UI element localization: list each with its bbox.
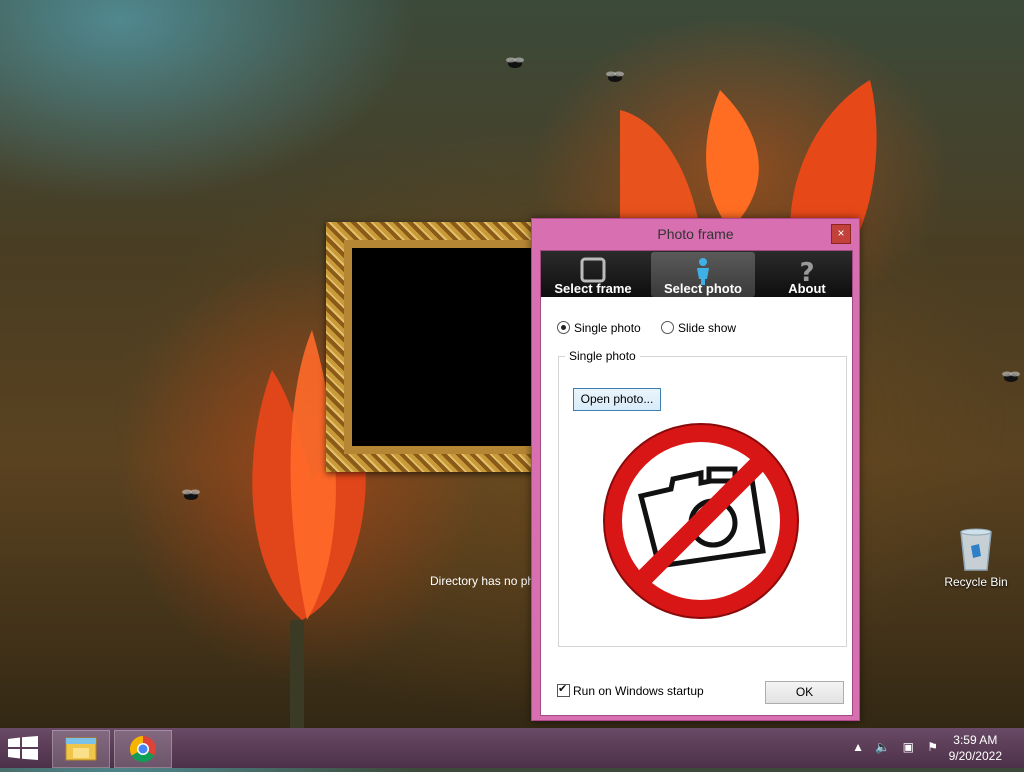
open-photo-button[interactable]: Open photo... [573, 388, 661, 411]
file-explorer-icon [65, 737, 97, 761]
single-photo-radio[interactable]: Single photo [557, 321, 641, 335]
radio-label: Single photo [574, 321, 641, 335]
dialog-client-area: Select frame Select photo ? About Single… [540, 250, 853, 716]
right-tulip-decoration [620, 80, 877, 230]
fly-icon [606, 71, 624, 82]
tab-label: About [788, 281, 826, 296]
clock-time: 3:59 AM [953, 733, 998, 747]
network-icon[interactable]: ▣ [903, 740, 914, 754]
clock-date: 9/20/2022 [948, 749, 1002, 763]
volume-muted-icon[interactable]: 🔈 [875, 740, 890, 754]
chrome-taskbar-button[interactable] [114, 730, 172, 768]
square-frame-icon [580, 257, 606, 283]
frame-photo-area [344, 240, 546, 454]
windows-start-icon[interactable] [8, 736, 38, 760]
dialog-title: Photo frame [657, 226, 734, 242]
group-title: Single photo [565, 349, 640, 363]
taskbar-clock[interactable]: 3:59 AM 9/20/2022 [949, 732, 1002, 764]
fly-icon [506, 57, 524, 68]
run-on-startup-checkbox[interactable]: Run on Windows startup [557, 682, 704, 698]
tab-select-photo[interactable]: Select photo [651, 252, 755, 297]
radio-indicator [557, 321, 570, 334]
tab-select-frame[interactable]: Select frame [541, 252, 645, 297]
checkbox-label: Run on Windows startup [573, 684, 704, 698]
fly-icon [182, 489, 200, 500]
file-explorer-taskbar-button[interactable] [52, 730, 110, 768]
chrome-icon [129, 735, 156, 763]
photo-frame-dialog: Photo frame × Select frame Select photo … [531, 218, 860, 721]
recycle-bin-desktop-icon[interactable]: Recycle Bin [940, 526, 1012, 589]
show-hidden-icons-chevron-icon[interactable]: ▲ [852, 740, 864, 754]
recycle-bin-icon [960, 528, 992, 571]
tulip-stem-decoration [290, 620, 304, 730]
desktop-photo-frame[interactable]: Directory has no photo [326, 222, 551, 588]
dialog-toolbar: Select frame Select photo ? About [541, 251, 852, 297]
recycle-bin-label: Recycle Bin [944, 575, 1008, 589]
checkbox-indicator [557, 682, 570, 697]
no-photo-icon [603, 423, 799, 619]
tab-label: Select photo [663, 281, 742, 296]
tab-label: Select frame [554, 281, 632, 296]
tab-about[interactable]: ? About [755, 252, 859, 297]
taskbar: ▲ 🔈 ▣ ⚑ 3:59 AM 9/20/2022 [0, 728, 1024, 768]
radio-indicator [661, 321, 674, 334]
close-button[interactable]: × [831, 224, 851, 244]
ok-button[interactable]: OK [765, 681, 844, 704]
action-center-flag-icon[interactable]: ⚑ [927, 740, 938, 754]
fly-icon [1002, 371, 1020, 382]
slide-show-radio[interactable]: Slide show [661, 321, 736, 335]
radio-label: Slide show [678, 321, 737, 335]
